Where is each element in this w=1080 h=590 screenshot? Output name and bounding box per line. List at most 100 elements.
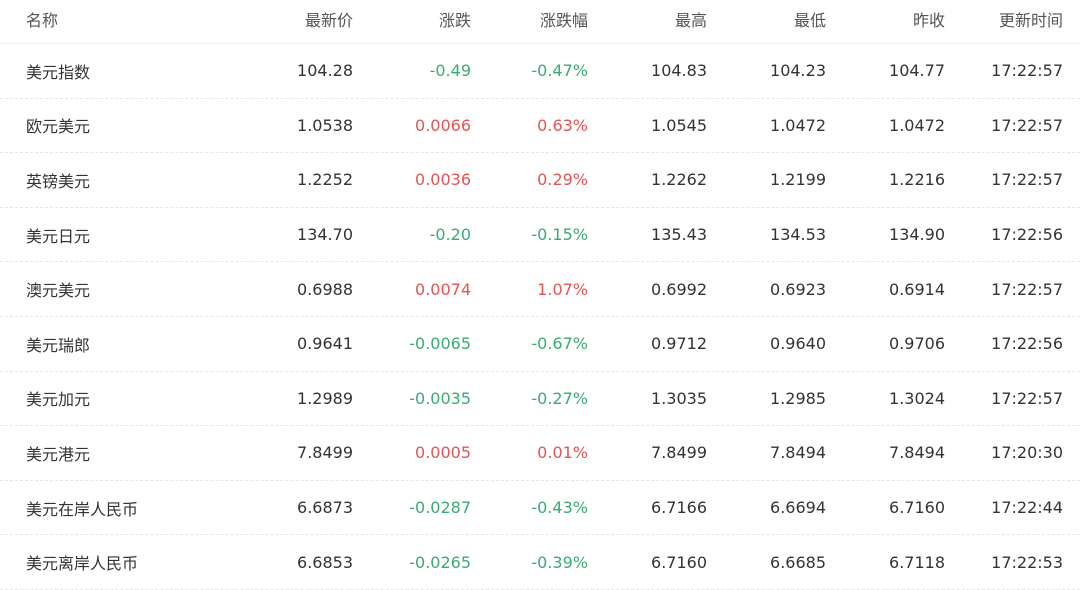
header-change[interactable]: 涨跌	[439, 0, 471, 43]
row-high: 135.43	[651, 225, 707, 245]
row-name[interactable]: 英镑美元	[26, 153, 90, 207]
row-low: 134.53	[770, 225, 826, 245]
table-row[interactable]: 美元瑞郎 0.9641 -0.0065 -0.67% 0.9712 0.9640 0.970…	[0, 317, 1080, 372]
table-row[interactable]: 美元日元 134.70 -0.20 -0.15% 135.43 134.53 134.90 1…	[0, 208, 1080, 263]
row-name[interactable]: 美元指数	[26, 44, 90, 98]
row-low: 104.23	[770, 61, 826, 81]
row-change: -0.49	[429, 61, 471, 81]
row-low: 1.2985	[770, 388, 826, 408]
row-low: 0.9640	[770, 334, 826, 354]
table-row[interactable]: 美元离岸人民币 6.6853 -0.0265 -0.39% 6.7160 6.6685 6.…	[0, 535, 1080, 590]
header-low[interactable]: 最低	[794, 0, 826, 43]
row-name[interactable]: 美元在岸人民币	[26, 481, 138, 535]
row-high: 7.8499	[651, 443, 707, 463]
row-update-time: 17:22:53	[991, 552, 1063, 572]
row-name[interactable]: 欧元美元	[26, 99, 90, 153]
row-latest-price: 0.9641	[297, 334, 353, 354]
row-update-time: 17:22:57	[991, 279, 1063, 299]
row-change: -0.0065	[409, 334, 471, 354]
row-previous-close: 1.2216	[889, 170, 945, 190]
row-previous-close: 134.90	[889, 225, 945, 245]
row-update-time: 17:22:57	[991, 388, 1063, 408]
row-change-percent: 1.07%	[537, 279, 588, 299]
row-low: 6.6685	[770, 552, 826, 572]
row-previous-close: 6.7118	[889, 552, 945, 572]
row-name[interactable]: 美元瑞郎	[26, 317, 90, 371]
row-change-percent: 0.01%	[537, 443, 588, 463]
row-latest-price: 1.0538	[297, 115, 353, 135]
table-row[interactable]: 澳元美元 0.6988 0.0074 1.07% 0.6992 0.6923 0.6914 1…	[0, 262, 1080, 317]
table-row[interactable]: 美元指数 104.28 -0.49 -0.47% 104.83 104.23 104.77 1…	[0, 44, 1080, 99]
header-change-percent[interactable]: 涨跌幅	[540, 0, 588, 43]
row-previous-close: 1.0472	[889, 115, 945, 135]
row-latest-price: 6.6853	[297, 552, 353, 572]
header-name[interactable]: 名称	[26, 0, 58, 43]
row-update-time: 17:22:57	[991, 61, 1063, 81]
row-latest-price: 6.6873	[297, 498, 353, 518]
row-low: 6.6694	[770, 498, 826, 518]
row-change: 0.0066	[415, 115, 471, 135]
header-high[interactable]: 最高	[675, 0, 707, 43]
row-name[interactable]: 美元加元	[26, 372, 90, 426]
row-change: 0.0005	[415, 443, 471, 463]
header-update-time[interactable]: 更新时间	[999, 0, 1063, 43]
row-update-time: 17:22:44	[991, 498, 1063, 518]
row-change-percent: -0.67%	[531, 334, 588, 354]
header-previous-close[interactable]: 昨收	[913, 0, 945, 43]
row-low: 0.6923	[770, 279, 826, 299]
row-change: 0.0036	[415, 170, 471, 190]
row-change: -0.0287	[409, 498, 471, 518]
row-previous-close: 0.6914	[889, 279, 945, 299]
row-previous-close: 104.77	[889, 61, 945, 81]
row-low: 1.0472	[770, 115, 826, 135]
row-previous-close: 1.3024	[889, 388, 945, 408]
row-high: 6.7160	[651, 552, 707, 572]
row-update-time: 17:22:56	[991, 225, 1063, 245]
row-change-percent: -0.43%	[531, 498, 588, 518]
table-row[interactable]: 美元加元 1.2989 -0.0035 -0.27% 1.3035 1.2985 1.302…	[0, 372, 1080, 427]
row-change-percent: -0.47%	[531, 61, 588, 81]
table-body: 美元指数 104.28 -0.49 -0.47% 104.83 104.23 104.77 1…	[0, 44, 1080, 590]
table-header: 名称 最新价 涨跌 涨跌幅 最高 最低 昨收 更新时间	[0, 0, 1080, 44]
row-change-percent: 0.29%	[537, 170, 588, 190]
row-low: 1.2199	[770, 170, 826, 190]
row-latest-price: 7.8499	[297, 443, 353, 463]
row-high: 0.9712	[651, 334, 707, 354]
row-previous-close: 7.8494	[889, 443, 945, 463]
row-change: 0.0074	[415, 279, 471, 299]
row-update-time: 17:22:56	[991, 334, 1063, 354]
row-change-percent: -0.27%	[531, 388, 588, 408]
row-change: -0.0035	[409, 388, 471, 408]
row-high: 6.7166	[651, 498, 707, 518]
row-latest-price: 1.2989	[297, 388, 353, 408]
table-row[interactable]: 美元港元 7.8499 0.0005 0.01% 7.8499 7.8494 7.8494 1…	[0, 426, 1080, 481]
row-latest-price: 134.70	[297, 225, 353, 245]
row-change-percent: 0.63%	[537, 115, 588, 135]
row-latest-price: 0.6988	[297, 279, 353, 299]
row-high: 104.83	[651, 61, 707, 81]
row-name[interactable]: 澳元美元	[26, 262, 90, 316]
row-low: 7.8494	[770, 443, 826, 463]
row-change-percent: -0.39%	[531, 552, 588, 572]
table-row[interactable]: 欧元美元 1.0538 0.0066 0.63% 1.0545 1.0472 1.0472 1…	[0, 99, 1080, 154]
table-row[interactable]: 英镑美元 1.2252 0.0036 0.29% 1.2262 1.2199 1.2216 1…	[0, 153, 1080, 208]
row-high: 1.0545	[651, 115, 707, 135]
row-update-time: 17:20:30	[991, 443, 1063, 463]
table-row[interactable]: 美元在岸人民币 6.6873 -0.0287 -0.43% 6.7166 6.6694 6.…	[0, 481, 1080, 536]
row-change-percent: -0.15%	[531, 225, 588, 245]
row-latest-price: 104.28	[297, 61, 353, 81]
row-update-time: 17:22:57	[991, 115, 1063, 135]
row-high: 1.2262	[651, 170, 707, 190]
row-name[interactable]: 美元离岸人民币	[26, 535, 138, 589]
header-latest-price[interactable]: 最新价	[305, 0, 353, 43]
row-high: 0.6992	[651, 279, 707, 299]
row-change: -0.20	[429, 225, 471, 245]
row-high: 1.3035	[651, 388, 707, 408]
row-change: -0.0265	[409, 552, 471, 572]
fx-quote-table: 名称 最新价 涨跌 涨跌幅 最高 最低 昨收 更新时间 美元指数 104.28 -0…	[0, 0, 1080, 590]
row-name[interactable]: 美元港元	[26, 426, 90, 480]
row-latest-price: 1.2252	[297, 170, 353, 190]
row-update-time: 17:22:57	[991, 170, 1063, 190]
row-name[interactable]: 美元日元	[26, 208, 90, 262]
row-previous-close: 0.9706	[889, 334, 945, 354]
